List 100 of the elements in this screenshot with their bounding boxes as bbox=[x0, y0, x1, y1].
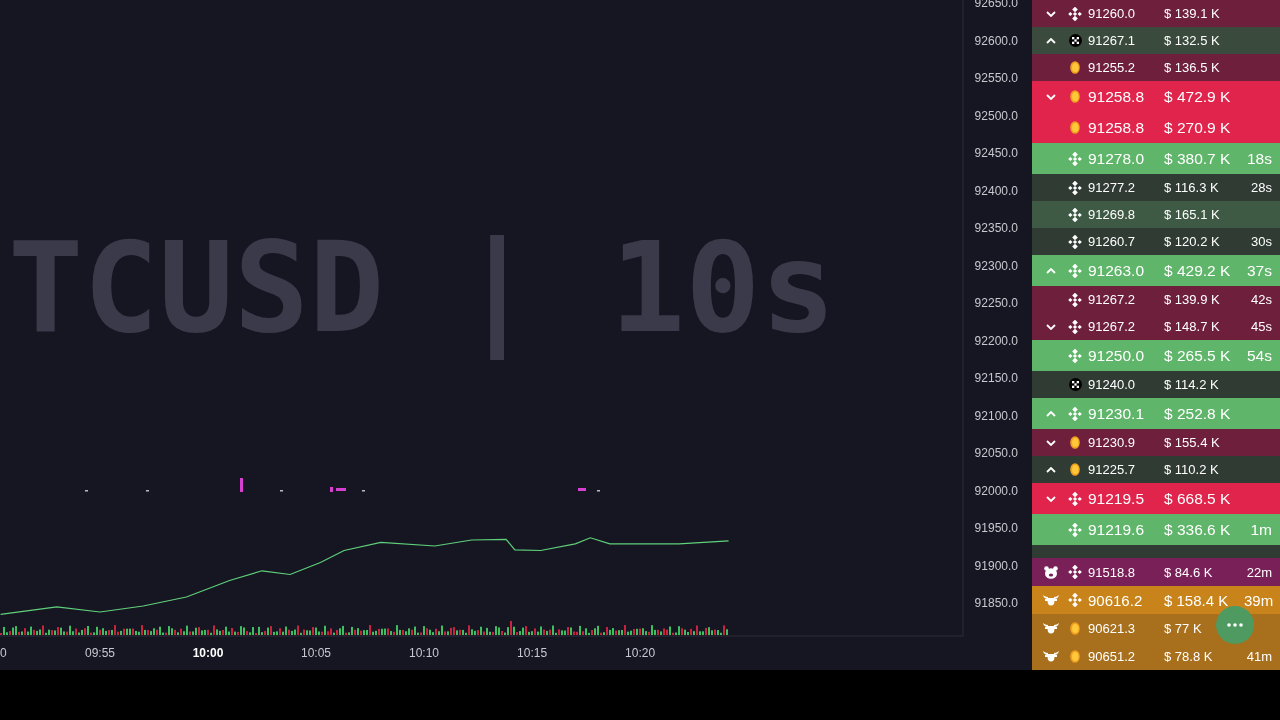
time-axis-label: 10:20 bbox=[625, 646, 656, 660]
trade-price: 91267.2 bbox=[1088, 319, 1135, 334]
trade-amount: $ 155.4 K bbox=[1164, 435, 1220, 450]
trade-amount: $ 139.9 K bbox=[1164, 292, 1220, 307]
trade-amount: $ 165.1 K bbox=[1164, 207, 1220, 222]
trade-price: 90651.2 bbox=[1088, 648, 1135, 664]
diamond-icon bbox=[1068, 348, 1082, 363]
trade-price: 91518.8 bbox=[1088, 564, 1135, 580]
coin-icon bbox=[1070, 90, 1080, 103]
diamond-icon bbox=[1068, 207, 1082, 222]
diamond-icon bbox=[1068, 319, 1082, 334]
coin-icon bbox=[1070, 121, 1080, 134]
trade-amount: $ 139.1 K bbox=[1164, 6, 1220, 21]
trade-price: 90616.2 bbox=[1088, 591, 1143, 609]
trade-amount: $ 668.5 K bbox=[1164, 489, 1231, 508]
trade-amount: $ 429.2 K bbox=[1164, 261, 1231, 280]
trade-price: 91258.8 bbox=[1088, 118, 1145, 137]
trade-age: 22m bbox=[1246, 564, 1272, 580]
trade-amount: $ 78.8 K bbox=[1164, 648, 1213, 664]
coin-icon bbox=[1070, 463, 1080, 476]
time-axis-label: 10:15 bbox=[517, 646, 548, 660]
trade-price: 91260.7 bbox=[1088, 234, 1135, 249]
coin-icon bbox=[1070, 621, 1080, 635]
price-axis-label: 92400.0 bbox=[974, 183, 1018, 198]
price-axis-label: 92350.0 bbox=[974, 221, 1018, 235]
diamond-icon bbox=[1068, 234, 1082, 249]
price-axis-label: 92550.0 bbox=[974, 71, 1018, 85]
cross-icon bbox=[1068, 34, 1082, 47]
price-axis-label: 92600.0 bbox=[974, 33, 1018, 48]
trade-amount: $ 110.2 K bbox=[1164, 462, 1219, 477]
trade-price: 91230.1 bbox=[1088, 404, 1145, 423]
trade-price: 91278.0 bbox=[1088, 149, 1145, 168]
trade-amount: $ 84.6 K bbox=[1164, 564, 1213, 580]
coin-icon bbox=[1070, 649, 1080, 663]
price-axis-label: 92500.0 bbox=[974, 108, 1018, 123]
trade-amount: $ 270.9 K bbox=[1164, 118, 1231, 137]
trade-age: 54s bbox=[1247, 346, 1272, 365]
trade-price: 91258.8 bbox=[1088, 87, 1145, 106]
more-icon bbox=[1227, 623, 1243, 627]
trade-price: 91269.8 bbox=[1088, 207, 1135, 222]
trade-price: 91267.1 bbox=[1088, 33, 1135, 48]
diamond-icon bbox=[1068, 180, 1082, 195]
trade-amount: $ 380.7 K bbox=[1164, 149, 1231, 168]
trade-age: 28s bbox=[1251, 180, 1272, 195]
price-axis-label: 91900.0 bbox=[974, 558, 1018, 573]
price-axis-label: 92000.0 bbox=[974, 483, 1018, 498]
diamond-icon bbox=[1068, 522, 1082, 537]
trade-amount: $ 77 K bbox=[1164, 620, 1202, 636]
trade-age: 30s bbox=[1251, 234, 1272, 249]
trade-age: 1m bbox=[1250, 520, 1272, 539]
trade-age: 45s bbox=[1251, 319, 1272, 334]
trade-amount: $ 116.3 K bbox=[1164, 180, 1219, 195]
trade-amount: $ 336.6 K bbox=[1164, 520, 1231, 539]
trade-amount: $ 252.8 K bbox=[1164, 404, 1231, 423]
trade-price: 91255.2 bbox=[1088, 60, 1135, 75]
time-axis-label: 0 bbox=[0, 646, 7, 660]
price-axis-label: 92150.0 bbox=[974, 371, 1018, 385]
trade-amount: $ 114.2 K bbox=[1164, 377, 1219, 392]
diamond-icon bbox=[1068, 263, 1082, 278]
coin-icon bbox=[1070, 436, 1080, 449]
diamond-icon bbox=[1068, 151, 1082, 166]
diamond-icon bbox=[1068, 593, 1082, 607]
trade-price: 91240.0 bbox=[1088, 377, 1135, 392]
time-axis-label: 10:10 bbox=[409, 646, 440, 660]
trade-price: 91250.0 bbox=[1088, 346, 1145, 365]
price-axis-label: 92250.0 bbox=[974, 296, 1018, 310]
trade-price: 91219.6 bbox=[1088, 520, 1145, 539]
trade-amount: $ 265.5 K bbox=[1164, 346, 1231, 365]
trade-price: 91260.0 bbox=[1088, 6, 1135, 21]
trade-price: 91263.0 bbox=[1088, 261, 1145, 280]
trade-age: 39m bbox=[1244, 591, 1274, 609]
trade-age: 41m bbox=[1246, 648, 1272, 664]
time-axis-label: 10:00 bbox=[192, 646, 224, 660]
trade-age: 18s bbox=[1247, 149, 1272, 168]
diamond-icon bbox=[1068, 6, 1082, 21]
diamond-icon bbox=[1068, 565, 1082, 579]
trade-amount: $ 136.5 K bbox=[1164, 60, 1220, 75]
trade-price: 91219.5 bbox=[1088, 489, 1145, 508]
price-axis-label: 92300.0 bbox=[974, 258, 1018, 273]
diamond-icon bbox=[1068, 292, 1082, 307]
trade-price: 91225.7 bbox=[1088, 462, 1135, 477]
diamond-icon bbox=[1068, 406, 1082, 421]
price-axis-label: 92050.0 bbox=[974, 446, 1018, 460]
time-axis-label: 10:05 bbox=[301, 646, 332, 660]
trade-amount: $ 472.9 K bbox=[1164, 87, 1231, 106]
trade-price: 91277.2 bbox=[1088, 180, 1135, 195]
trade-price: 90621.3 bbox=[1088, 620, 1135, 636]
trade-amount: $ 148.7 K bbox=[1164, 319, 1220, 334]
price-axis-label: 91950.0 bbox=[974, 521, 1018, 535]
trade-amount: $ 120.2 K bbox=[1164, 234, 1220, 249]
price-axis-label: 92100.0 bbox=[974, 408, 1018, 423]
trade-price: 91267.2 bbox=[1088, 292, 1135, 307]
trade-amount: $ 132.5 K bbox=[1164, 33, 1220, 48]
trade-age: 37s bbox=[1247, 261, 1272, 280]
price-axis-label: 92200.0 bbox=[974, 333, 1018, 348]
trade-age: 42s bbox=[1251, 292, 1272, 307]
price-axis-label: 92450.0 bbox=[974, 146, 1018, 160]
diamond-icon bbox=[1068, 491, 1082, 506]
trade-amount: $ 158.4 K bbox=[1164, 591, 1229, 609]
coin-icon bbox=[1070, 61, 1080, 74]
